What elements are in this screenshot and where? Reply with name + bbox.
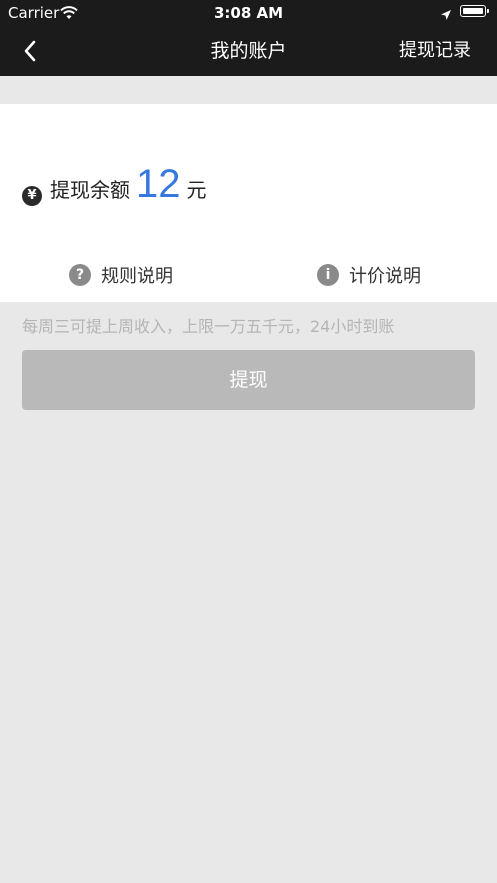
rules-link[interactable]: ? 规则说明 [69,262,173,288]
status-bar: Carrier 3:08 AM [0,0,497,26]
rules-label: 规则说明 [101,266,173,287]
info-links: ? 规则说明 i 计价说明 [0,262,497,296]
pricing-link[interactable]: i 计价说明 [317,262,421,288]
info-icon: i [317,264,339,286]
navigation-bar: 我的账户 提现记录 [0,26,497,76]
withdraw-hint: 每周三可提上周收入，上限一万五千元，24小时到账 [22,317,395,336]
balance-row: ¥ 提现余额 12 元 [22,162,207,212]
balance-label: 提现余额 [50,178,130,202]
balance-amount: 12 [136,162,181,206]
question-icon: ? [69,264,91,286]
top-bar: Carrier 3:08 AM 我的账户 提现记录 [0,0,497,76]
yen-icon: ¥ [22,186,42,206]
pricing-label: 计价说明 [349,266,421,287]
balance-card: ¥ 提现余额 12 元 ? 规则说明 i 计价说明 [0,104,497,302]
battery-icon [460,5,489,17]
withdraw-button[interactable]: 提现 [22,350,475,410]
location-arrow-icon [440,6,452,25]
balance-unit: 元 [186,178,207,202]
withdraw-history-button[interactable]: 提现记录 [399,40,471,62]
clock: 3:08 AM [213,4,284,22]
